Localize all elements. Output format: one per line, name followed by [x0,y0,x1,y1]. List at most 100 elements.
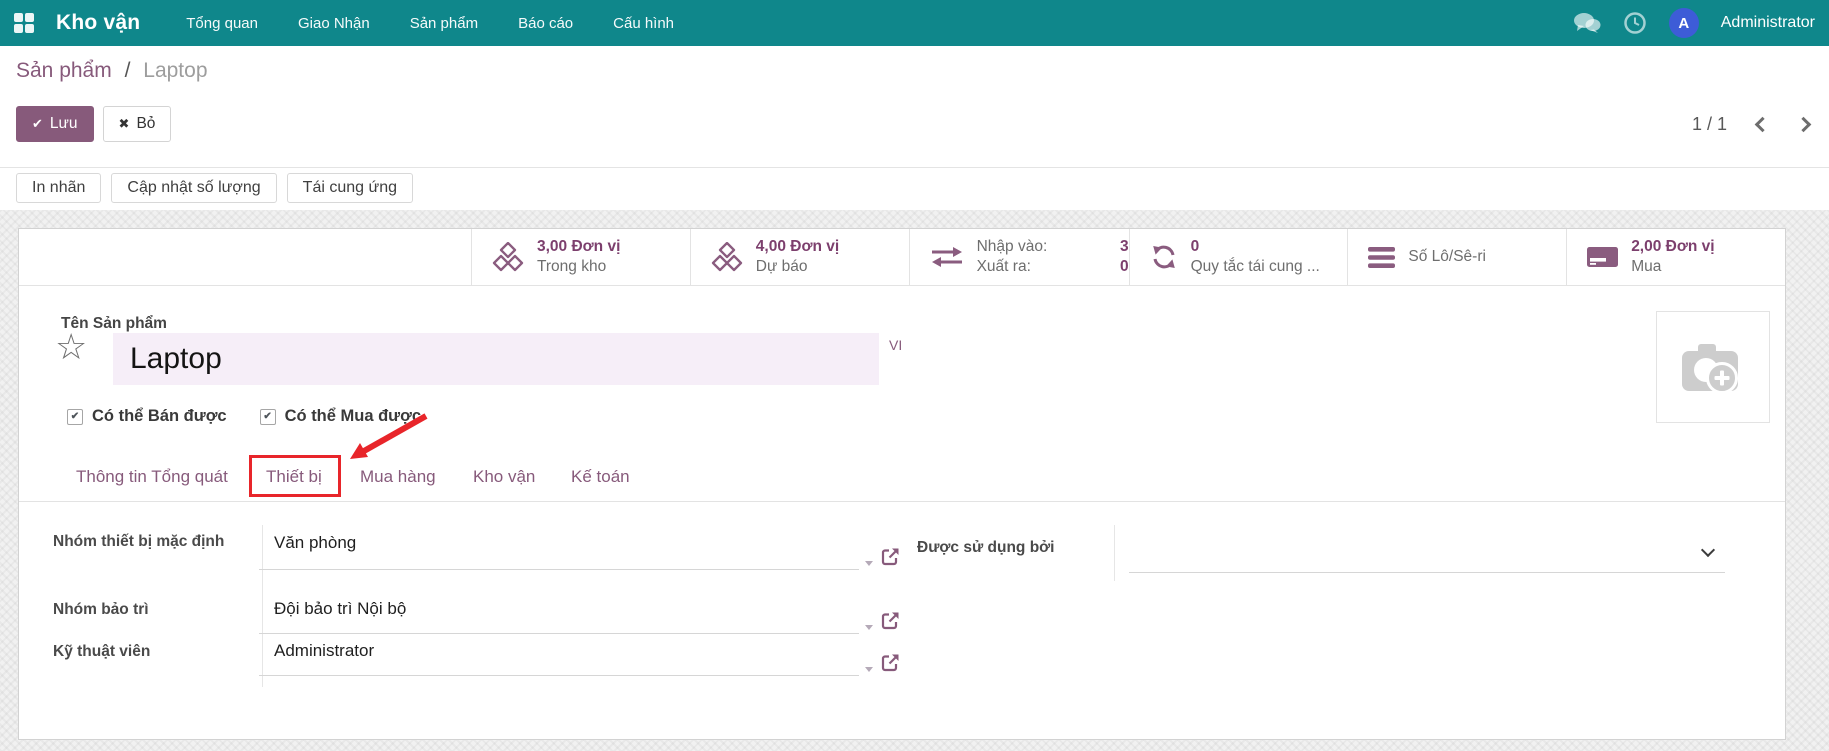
pager-next-icon[interactable] [1796,117,1812,133]
language-badge[interactable]: VI [889,337,902,353]
close-icon: ✖ [119,116,130,131]
tabs-divider [19,501,1785,502]
purchased-value: 2,00 Đơn vị [1631,237,1714,257]
save-discard-group: ✔ Lưu ✖ Bỏ [16,106,171,142]
save-button[interactable]: ✔ Lưu [16,106,94,142]
label-column-divider [262,525,263,687]
cubes-icon [492,242,524,272]
reordering-value: 0 [1191,237,1320,257]
tab-purchase[interactable]: Mua hàng [360,467,436,487]
refresh-icon [1150,243,1178,271]
transfer-arrows-icon [930,245,964,269]
favorite-star-icon[interactable]: ☆ [55,329,87,365]
breadcrumb-current: Laptop [143,59,207,82]
forecasted-value: 4,00 Đơn vị [756,237,839,257]
pager-previous-icon[interactable] [1755,117,1771,133]
in-value: 3 [1120,237,1129,257]
annotation-arrow [344,413,432,463]
can-be-sold-checkbox[interactable]: ✔ Có thể Bán được [67,407,227,426]
maintenance-team-underline [259,633,859,634]
replenish-button[interactable]: Tái cung ứng [287,173,413,203]
main-menu: Tổng quan Giao Nhận Sản phẩm Báo cáo Cấu… [186,15,674,32]
on-hand-value: 3,00 Đơn vị [537,237,620,257]
equipment-category-value[interactable]: Văn phòng [274,533,356,553]
menu-tong-quan[interactable]: Tổng quan [186,15,258,32]
product-name-input[interactable]: Laptop [113,333,879,385]
user-avatar[interactable]: A [1669,8,1699,38]
reordering-label: Quy tắc tái cung ... [1191,257,1320,277]
out-label: Xuất ra: [977,257,1031,277]
stat-forecasted[interactable]: 4,00 Đơn vịDự báo [690,229,909,285]
annotation-highlight-box [249,455,341,497]
app-name[interactable]: Kho vận [56,11,140,35]
technician-label: Kỹ thuật viên [53,639,233,664]
action-buttons-row: In nhãn Cập nhật số lượng Tái cung ứng [16,173,413,203]
breadcrumb-parent[interactable]: Sản phẩm [16,59,112,82]
credit-card-icon [1587,245,1618,269]
stat-reordering-rules[interactable]: 0Quy tắc tái cung ... [1129,229,1348,285]
stat-button-box: 3,00 Đơn vịTrong kho 4,00 Đơn vịDự báo N… [19,229,1785,286]
product-name-value: Laptop [130,342,222,376]
in-label: Nhập vào: [977,237,1048,257]
discard-button[interactable]: ✖ Bỏ [103,106,172,142]
save-button-label: Lưu [50,115,78,132]
external-link-icon[interactable] [881,547,900,566]
technician-value[interactable]: Administrator [274,641,374,661]
on-hand-label: Trong kho [537,257,620,277]
user-menu[interactable]: Administrator [1721,14,1815,32]
pager: 1 / 1 [1692,114,1809,135]
equipment-category-underline [259,569,859,570]
product-image-upload[interactable] [1656,311,1770,423]
breadcrumb-separator: / [125,59,131,82]
control-panel-divider [0,167,1829,168]
right-label-divider [1114,525,1115,581]
menu-san-pham[interactable]: Sản phẩm [410,15,478,32]
camera-plus-icon [1677,336,1749,398]
bars-icon [1368,247,1395,268]
activities-clock-icon[interactable] [1623,11,1647,35]
update-quantity-button[interactable]: Cập nhật số lượng [111,173,276,203]
dropdown-caret-icon[interactable] [865,667,873,672]
breadcrumb: Sản phẩm / Laptop [16,59,208,83]
apps-grid-icon[interactable] [14,13,34,33]
external-link-icon[interactable] [881,611,900,630]
tab-inventory[interactable]: Kho vận [473,467,535,487]
checkbox-check-icon[interactable]: ✔ [67,409,83,425]
tab-accounting[interactable]: Kế toán [571,467,630,487]
purchased-label: Mua [1631,257,1714,277]
pager-value: 1 / 1 [1692,114,1727,135]
used-by-select-underline [1129,572,1725,573]
can-be-sold-label: Có thể Bán được [92,407,227,426]
print-label-button[interactable]: In nhãn [16,173,101,203]
lot-serial-label: Số Lô/Sê-ri [1408,247,1486,267]
menu-giao-nhan[interactable]: Giao Nhận [298,15,370,32]
app-window: Kho vận Tổng quan Giao Nhận Sản phẩm Báo… [0,0,1829,751]
navbar-right: A Administrator [1573,8,1815,38]
control-panel: Sản phẩm / Laptop ✔ Lưu ✖ Bỏ 1 / 1 In nhãn… [0,46,1829,210]
navbar: Kho vận Tổng quan Giao Nhận Sản phẩm Báo… [0,0,1829,46]
stat-in-out[interactable]: Nhập vào:3 Xuất ra:0 [909,229,1129,285]
maintenance-team-value[interactable]: Đội bảo trì Nội bộ [274,599,406,619]
stat-lot-serial[interactable]: Số Lô/Sê-ri [1347,229,1566,285]
equipment-category-label: Nhóm thiết bị mặc định [53,529,233,554]
messages-icon[interactable] [1573,12,1601,34]
menu-cau-hinh[interactable]: Cấu hình [613,15,674,32]
form-sheet: 3,00 Đơn vịTrong kho 4,00 Đơn vịDự báo N… [18,228,1786,740]
chevron-down-icon[interactable] [1701,543,1715,557]
dropdown-caret-icon[interactable] [865,561,873,566]
stat-spacer [19,229,471,285]
dropdown-caret-icon[interactable] [865,625,873,630]
menu-bao-cao[interactable]: Báo cáo [518,15,573,32]
maintenance-team-label: Nhóm bảo trì [53,597,233,622]
checkbox-check-icon[interactable]: ✔ [260,409,276,425]
tab-general-information[interactable]: Thông tin Tổng quát [76,467,228,487]
used-by-label: Được sử dụng bởi [917,535,1107,560]
external-link-icon[interactable] [881,653,900,672]
cubes-icon [711,242,743,272]
forecasted-label: Dự báo [756,257,839,277]
discard-button-label: Bỏ [136,115,155,132]
technician-underline [259,675,859,676]
stat-on-hand[interactable]: 3,00 Đơn vịTrong kho [471,229,690,285]
check-icon: ✔ [32,116,43,131]
stat-purchased[interactable]: 2,00 Đơn vịMua [1566,229,1785,285]
